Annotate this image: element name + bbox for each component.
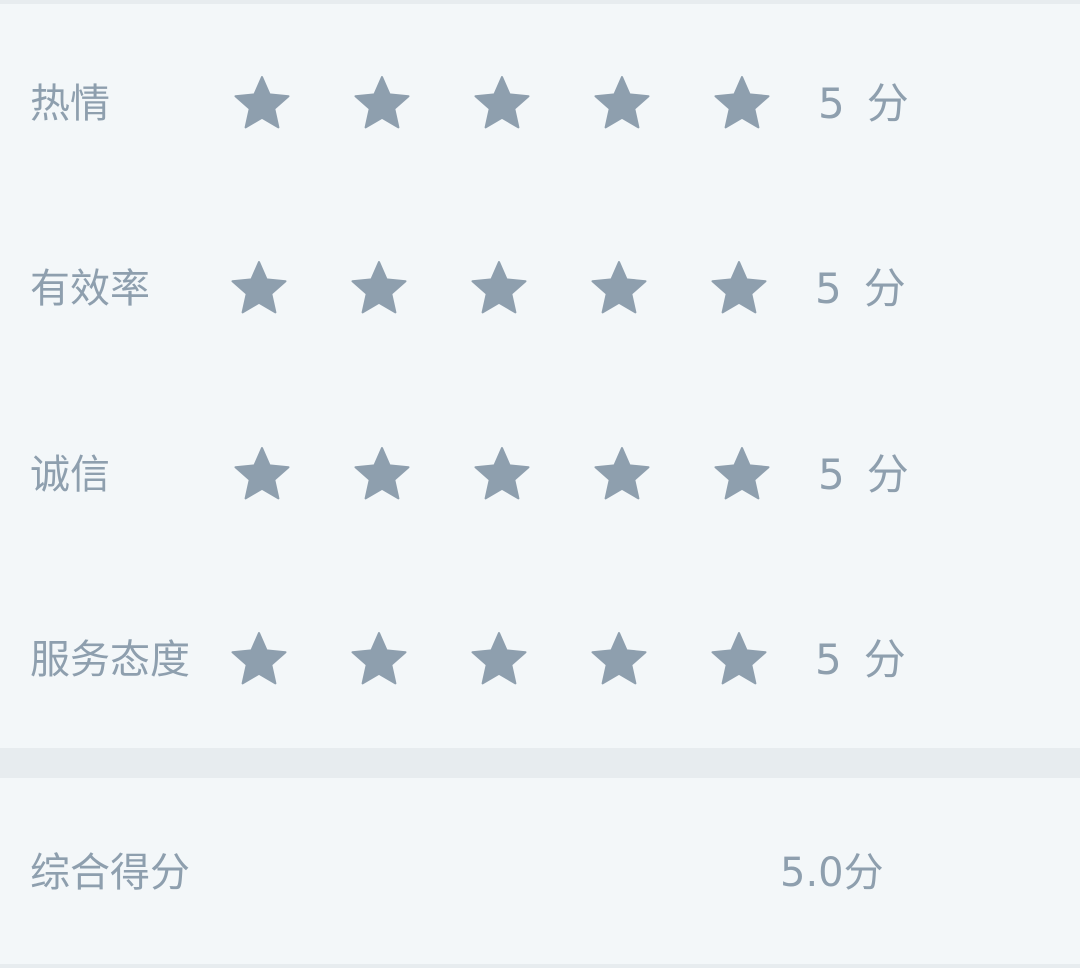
rating-score: 5分 [818, 415, 909, 535]
rating-label: 热情 [30, 81, 110, 127]
total-score-label: 综合得分 [30, 850, 190, 896]
score-value: 5 [818, 79, 845, 128]
star-icon[interactable] [230, 72, 294, 136]
rating-score: 5分 [815, 229, 906, 349]
star-icon[interactable] [710, 443, 774, 507]
star-icon[interactable] [587, 257, 651, 321]
star-icon[interactable] [467, 628, 531, 692]
rating-row-enthusiasm: 热情 5分 [0, 44, 1080, 164]
bottom-divider [0, 964, 1080, 968]
score-unit: 分 [863, 264, 906, 313]
score-unit: 分 [866, 79, 909, 128]
star-icon[interactable] [590, 443, 654, 507]
rating-label: 服务态度 [30, 637, 190, 683]
star-icon[interactable] [587, 628, 651, 692]
star-icon[interactable] [230, 443, 294, 507]
total-score-value: 5.0分 [780, 850, 884, 896]
star-icon[interactable] [470, 443, 534, 507]
score-value: 5 [818, 450, 845, 499]
star-icon[interactable] [707, 257, 771, 321]
star-icon[interactable] [350, 443, 414, 507]
score-value: 5 [815, 635, 842, 684]
rating-label: 有效率 [30, 266, 150, 312]
score-unit: 分 [866, 450, 909, 499]
star-icon[interactable] [350, 72, 414, 136]
star-icon[interactable] [347, 628, 411, 692]
star-icon[interactable] [467, 257, 531, 321]
section-divider [0, 748, 1080, 778]
star-icon[interactable] [227, 257, 291, 321]
star-icon[interactable] [227, 628, 291, 692]
rating-label: 诚信 [30, 452, 110, 498]
star-icon[interactable] [710, 72, 774, 136]
score-value: 5 [815, 264, 842, 313]
star-icon[interactable] [590, 72, 654, 136]
score-unit: 分 [863, 635, 906, 684]
rating-score: 5分 [815, 600, 906, 720]
rating-row-integrity: 诚信 5分 [0, 415, 1080, 535]
rating-row-efficiency: 有效率 5分 [0, 229, 1080, 349]
rating-score: 5分 [818, 44, 909, 164]
total-score-row: 综合得分 5.0分 [0, 778, 1080, 964]
rating-panel: 热情 5分 有效率 5分 诚信 5分 服务态度 5 分 [0, 4, 1080, 748]
star-icon[interactable] [347, 257, 411, 321]
star-icon[interactable] [707, 628, 771, 692]
star-icon[interactable] [470, 72, 534, 136]
rating-row-service-attitude: 服务态度 5分 [0, 600, 1080, 720]
